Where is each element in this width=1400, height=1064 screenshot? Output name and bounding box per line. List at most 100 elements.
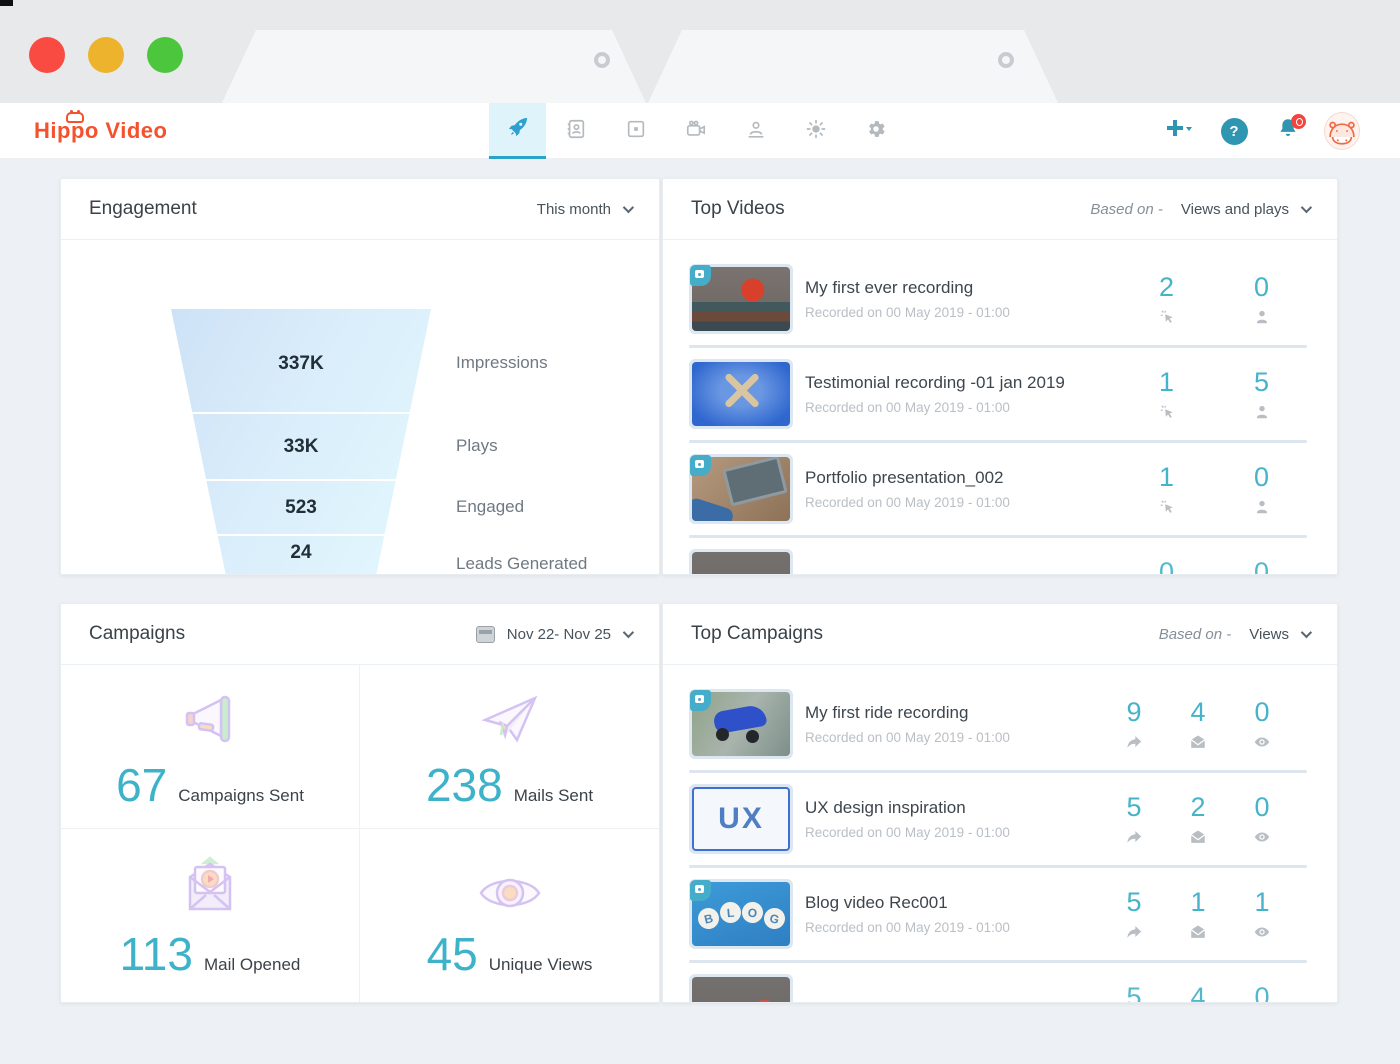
mail-opened-icon — [178, 857, 242, 917]
campaigns-panel: Campaigns Nov 22- Nov 25 67 — [60, 603, 660, 1003]
click-icon — [1158, 403, 1176, 421]
blog-letter: B — [695, 905, 720, 930]
funnel-value-impressions: 337K — [171, 353, 431, 375]
engagement-period-dropdown[interactable]: This month — [537, 201, 631, 218]
gear-icon — [865, 118, 887, 145]
unique-views-label: Unique Views — [489, 955, 593, 975]
screenshot-artifact — [0, 0, 13, 6]
views-count: 0 — [1254, 697, 1269, 728]
video-thumbnail[interactable] — [689, 454, 793, 524]
top-videos-basedon-dropdown[interactable]: Based on - Views and plays — [1090, 201, 1309, 218]
top-campaigns-panel: Top Campaigns Based on - Views My first … — [662, 603, 1338, 1003]
teams-icon — [745, 118, 767, 145]
video-badge-icon — [690, 265, 711, 286]
window-close-button[interactable] — [29, 37, 65, 73]
video-row[interactable]: Testimonial recording -01 jan 2019 Recor… — [663, 348, 1337, 440]
campaigns-sent-label: Campaigns Sent — [178, 786, 304, 806]
click-icon — [1158, 498, 1176, 516]
campaign-thumbnail[interactable]: UX — [689, 784, 793, 854]
nav-contacts[interactable] — [546, 103, 606, 159]
campaign-row[interactable]: My first ride recording Recorded on 00 M… — [663, 678, 1337, 770]
chevron-down-icon — [1301, 202, 1312, 213]
hippo-video-logo[interactable]: Hippo Video — [34, 103, 167, 159]
video-badge-icon — [690, 880, 711, 901]
nav-library[interactable] — [606, 103, 666, 159]
unique-views-tile: 45 Unique Views — [360, 829, 659, 1003]
help-button[interactable]: ? — [1216, 113, 1252, 149]
video-thumbnail[interactable] — [689, 264, 793, 334]
opens-count: 2 — [1190, 792, 1205, 823]
mails-sent-tile: 238 Mails Sent — [360, 665, 659, 829]
engagement-panel: Engagement This month 337K 33K 523 24 Im… — [60, 178, 660, 575]
create-new-button[interactable] — [1162, 113, 1198, 149]
based-on-label: Based on - — [1090, 201, 1163, 218]
nav-integrations[interactable] — [786, 103, 846, 159]
video-row[interactable]: Video 0001 2378 0 0 — [663, 538, 1337, 575]
video-subtitle: Recorded on 00 May 2019 - 01:00 — [805, 495, 1010, 510]
funnel-label-plays: Plays — [456, 436, 498, 456]
video-row[interactable]: My first ever recording Recorded on 00 M… — [663, 253, 1337, 345]
video-badge-icon — [690, 690, 711, 711]
campaign-row[interactable]: Video 0001 2378 5 4 0 — [663, 963, 1337, 1003]
contacts-icon — [565, 118, 587, 145]
blog-letter: O — [740, 900, 763, 923]
viewers-count: 0 — [1254, 462, 1269, 493]
integrations-icon — [805, 118, 827, 145]
campaign-thumbnail[interactable] — [689, 689, 793, 759]
unique-views-value: 45 — [427, 927, 478, 981]
based-on-label: Based on - — [1159, 626, 1232, 643]
nav-dashboard[interactable] — [489, 103, 546, 159]
campaign-subtitle: Recorded on 00 May 2019 - 01:00 — [805, 730, 1010, 745]
avatar — [1324, 112, 1360, 150]
calendar-icon — [476, 626, 495, 643]
funnel-label-leads: Leads Generated — [456, 554, 587, 574]
blog-letter: G — [761, 905, 786, 930]
clicks-count: 1 — [1159, 462, 1174, 493]
share-icon — [1125, 923, 1143, 941]
rocket-icon — [507, 116, 529, 143]
shares-count: 5 — [1126, 982, 1141, 1003]
profile-menu[interactable] — [1324, 113, 1360, 149]
mail-opened-label: Mail Opened — [204, 955, 300, 975]
notifications-button[interactable] — [1270, 113, 1306, 149]
video-title: My first ever recording — [805, 278, 1010, 298]
mail-open-icon — [1189, 733, 1207, 751]
campaign-row[interactable]: UX UX design inspiration Recorded on 00 … — [663, 773, 1337, 865]
funnel-value-plays: 33K — [171, 436, 431, 458]
mail-opened-value: 113 — [120, 927, 193, 981]
campaign-subtitle: Recorded on 00 May 2019 - 01:00 — [805, 920, 1010, 935]
campaign-row[interactable]: B L O G Blog video Rec001 Recorded on 00… — [663, 868, 1337, 960]
window-minimize-button[interactable] — [88, 37, 124, 73]
video-title: Portfolio presentation_002 — [805, 468, 1010, 488]
campaigns-daterange-picker[interactable]: Nov 22- Nov 25 — [476, 626, 631, 643]
campaigns-title: Campaigns — [89, 623, 185, 645]
mail-open-icon — [1189, 828, 1207, 846]
clicks-count: 1 — [1159, 367, 1174, 398]
share-icon — [1125, 733, 1143, 751]
browser-tab-1[interactable] — [222, 30, 646, 103]
video-title: Testimonial recording -01 jan 2019 — [805, 373, 1065, 393]
nav-recordings[interactable] — [666, 103, 726, 159]
click-icon — [1158, 308, 1176, 326]
campaign-title: My first ride recording — [805, 703, 1010, 723]
campaign-thumbnail[interactable] — [689, 974, 793, 1003]
video-camera-icon — [685, 118, 707, 145]
thumbnail-image — [692, 362, 790, 426]
person-icon — [1253, 403, 1271, 421]
campaign-thumbnail[interactable]: B L O G — [689, 879, 793, 949]
nav-settings[interactable] — [846, 103, 906, 159]
hippo-icon — [66, 112, 84, 123]
basedon-value: Views and plays — [1181, 201, 1289, 218]
video-row[interactable]: Portfolio presentation_002 Recorded on 0… — [663, 443, 1337, 535]
nav-teams[interactable] — [726, 103, 786, 159]
eye-icon — [1253, 923, 1271, 941]
chevron-down-icon — [623, 202, 634, 213]
browser-chrome — [0, 0, 1400, 103]
top-campaigns-basedon-dropdown[interactable]: Based on - Views — [1159, 626, 1309, 643]
tab-favicon-placeholder — [594, 52, 610, 68]
video-thumbnail[interactable] — [689, 549, 793, 575]
video-thumbnail[interactable] — [689, 359, 793, 429]
browser-tab-2[interactable] — [648, 30, 1058, 103]
window-zoom-button[interactable] — [147, 37, 183, 73]
top-campaigns-title: Top Campaigns — [691, 623, 823, 645]
